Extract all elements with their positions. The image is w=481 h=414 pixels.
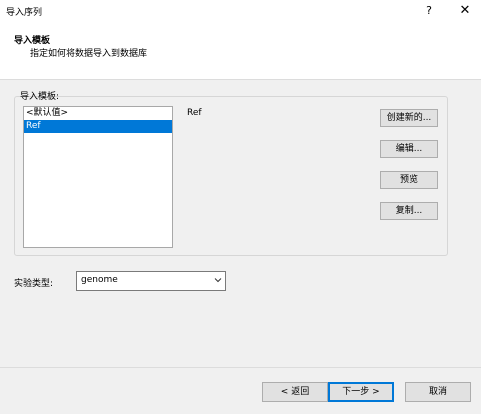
list-item[interactable]: Ref xyxy=(24,120,172,133)
window-title: 导入序列 xyxy=(6,8,43,18)
experiment-type-label: 实验类型: xyxy=(14,279,54,289)
template-list[interactable]: <默认值> Ref xyxy=(23,106,173,248)
title-bar: 导入序列 ? ✕ xyxy=(0,0,481,22)
footer-divider xyxy=(0,367,481,368)
selected-template-name: Ref xyxy=(187,108,202,118)
cancel-button[interactable]: 取消 xyxy=(405,382,471,402)
back-button[interactable]: < 返回 xyxy=(262,382,328,402)
templates-label: 导入模板: xyxy=(20,92,60,102)
chevron-down-icon xyxy=(214,278,222,283)
page-title: 导入模板 xyxy=(14,36,51,46)
create-new-button[interactable]: 创建新的... xyxy=(380,109,438,127)
copy-button[interactable]: 复制... xyxy=(380,202,438,220)
experiment-type-value: genome xyxy=(81,275,118,285)
edit-button[interactable]: 编辑... xyxy=(380,140,438,158)
list-item[interactable]: <默认值> xyxy=(24,107,172,120)
experiment-type-select[interactable]: genome xyxy=(76,271,226,291)
page-subtitle: 指定如何将数据导入到数据库 xyxy=(30,49,148,59)
header-panel: 导入模板 指定如何将数据导入到数据库 xyxy=(0,22,481,80)
preview-button[interactable]: 预览 xyxy=(380,171,438,189)
next-button[interactable]: 下一步 > xyxy=(328,382,394,402)
close-button[interactable]: ✕ xyxy=(451,1,479,21)
help-button[interactable]: ? xyxy=(415,1,443,21)
